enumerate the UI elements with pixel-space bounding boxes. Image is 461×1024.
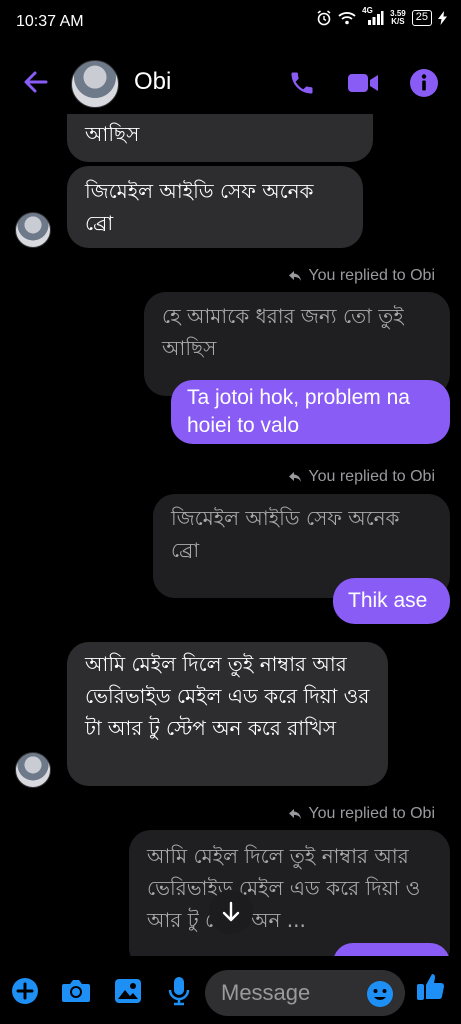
contact-avatar[interactable] xyxy=(71,60,119,108)
reply-indicator-text: You replied to Obi xyxy=(308,267,435,284)
message-text: Ta jotoi hok, problem na hoiei to valo xyxy=(187,386,410,437)
image-icon xyxy=(115,979,141,1003)
status-bar: 10:37 AM 4G 3.59 K/S 25 xyxy=(0,0,461,44)
sender-avatar[interactable] xyxy=(15,212,51,248)
emoji-icon xyxy=(367,981,393,1007)
incoming-message[interactable]: আমি মেইল দিলে তুই নাম্বার আর ভেরিভাইড মে… xyxy=(67,642,388,786)
back-arrow-icon xyxy=(24,71,48,93)
like-button[interactable] xyxy=(416,972,446,1002)
message-text: আছিস xyxy=(85,122,140,146)
chat-header: Obi xyxy=(0,52,461,114)
outgoing-message[interactable]: Thik ase xyxy=(333,578,450,624)
arrow-down-icon xyxy=(222,901,240,922)
outgoing-message[interactable]: Ta jotoi hok, problem na hoiei to valo xyxy=(171,380,450,444)
wifi-icon xyxy=(338,11,356,25)
reply-indicator: You replied to Obi xyxy=(288,267,435,285)
reply-indicator-text: You replied to Obi xyxy=(308,468,435,485)
charging-icon xyxy=(438,11,447,25)
scroll-to-bottom-button[interactable] xyxy=(209,890,253,934)
plus-icon xyxy=(12,978,38,1004)
battery-indicator: 25 xyxy=(411,10,432,26)
message-text: Thik ase xyxy=(348,589,428,612)
more-actions-button[interactable] xyxy=(10,976,40,1006)
message-text: জিমেইল আইডি সেফ অনেক ব্রো xyxy=(85,179,314,235)
composer-bar xyxy=(0,960,461,1024)
info-icon xyxy=(410,69,438,97)
incoming-message[interactable]: আছিস xyxy=(67,114,373,162)
video-call-button[interactable] xyxy=(346,66,380,100)
reply-arrow-icon xyxy=(289,472,302,482)
reply-arrow-icon xyxy=(289,271,302,281)
network-type: 4G xyxy=(362,6,373,15)
camera-button[interactable] xyxy=(61,976,91,1006)
back-button[interactable] xyxy=(20,66,52,98)
camera-icon xyxy=(62,980,90,1002)
quoted-text: আমি মেইল দিলে তুই নাম্বার আর ভেরিভাইড মে… xyxy=(147,844,421,932)
quoted-text: হে আমাকে ধরার জন্য তো তুই আছিস xyxy=(162,304,404,360)
info-button[interactable] xyxy=(407,66,441,100)
emoji-button[interactable] xyxy=(366,980,394,1008)
status-icons: 4G 3.59 K/S 25 xyxy=(316,6,447,26)
thumbs-up-icon xyxy=(417,974,445,1000)
voice-message-button[interactable] xyxy=(164,976,194,1006)
reply-indicator: You replied to Obi xyxy=(288,468,435,486)
contact-name[interactable]: Obi xyxy=(134,68,171,96)
signal-icon: 4G xyxy=(362,6,384,26)
phone-icon xyxy=(291,72,313,94)
sender-avatar[interactable] xyxy=(15,752,51,788)
quoted-message[interactable]: আমি মেইল দিলে তুই নাম্বার আর ভেরিভাইড মে… xyxy=(129,830,450,956)
net-speed-unit: K/S xyxy=(391,17,405,26)
net-speed: 3.59 K/S xyxy=(390,10,406,26)
incoming-message[interactable]: জিমেইল আইডি সেফ অনেক ব্রো xyxy=(67,166,363,248)
reply-indicator: You replied to Obi xyxy=(288,805,435,823)
gallery-button[interactable] xyxy=(113,976,143,1006)
reply-arrow-icon xyxy=(289,809,302,819)
quoted-text: জিমেইল আইডি সেফ অনেক ব্রো xyxy=(171,506,400,562)
reply-indicator-text: You replied to Obi xyxy=(308,805,435,822)
alarm-icon xyxy=(316,10,332,26)
microphone-icon xyxy=(168,977,190,1006)
call-button[interactable] xyxy=(285,66,319,100)
video-camera-icon xyxy=(348,74,378,92)
status-time: 10:37 AM xyxy=(16,13,84,30)
message-text: আমি মেইল দিলে তুই নাম্বার আর ভেরিভাইড মে… xyxy=(85,652,370,740)
outgoing-message[interactable] xyxy=(333,943,450,956)
message-list[interactable]: আছিস জিমেইল আইডি সেফ অনেক ব্রো You repli… xyxy=(0,114,461,956)
